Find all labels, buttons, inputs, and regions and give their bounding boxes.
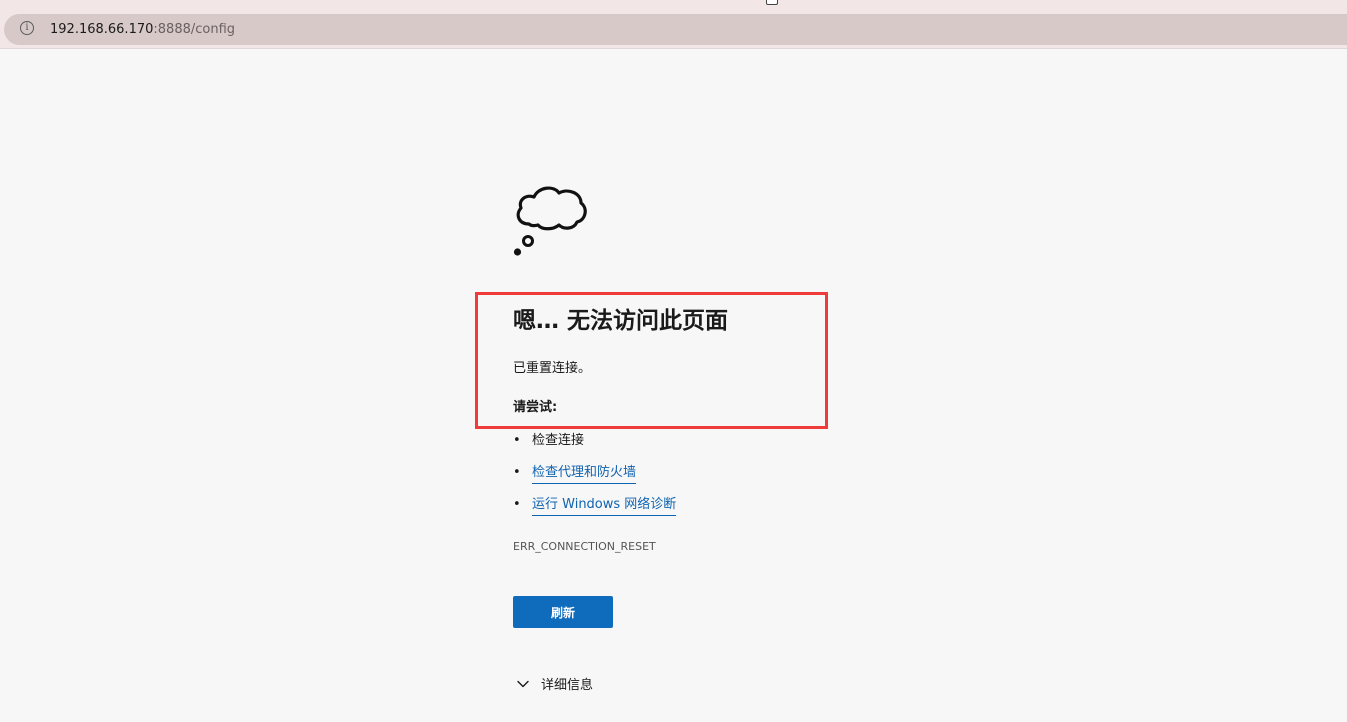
run-network-diagnostics-link[interactable]: 运行 Windows 网络诊断 [532, 496, 677, 516]
bullet: • [513, 497, 521, 512]
address-bar[interactable]: i 192.168.66.170:8888/config [4, 14, 1347, 45]
url-path: :8888/config [153, 22, 236, 37]
address-url[interactable]: 192.168.66.170:8888/config [50, 21, 235, 38]
bullet: • [513, 465, 521, 480]
details-label: 详细信息 [541, 678, 594, 693]
check-proxy-firewall-link[interactable]: 检查代理和防火墙 [532, 464, 637, 484]
bullet: • [513, 433, 521, 448]
thought-cloud-icon [513, 186, 587, 256]
tab-icon [766, 0, 778, 5]
refresh-button[interactable]: 刷新 [513, 596, 613, 628]
suggestion-check-connection: 检查连接 [532, 433, 585, 448]
browser-top-bar: i 192.168.66.170:8888/config [0, 0, 1347, 49]
chevron-down-icon [517, 680, 529, 688]
error-message: 已重置连接。 [513, 361, 592, 376]
try-heading: 请尝试: [513, 400, 558, 415]
info-icon[interactable]: i [20, 21, 34, 35]
page-title: 嗯… 无法访问此页面 [513, 308, 729, 334]
url-host: 192.168.66.170 [50, 22, 154, 37]
error-code: ERR_CONNECTION_RESET [513, 540, 656, 553]
